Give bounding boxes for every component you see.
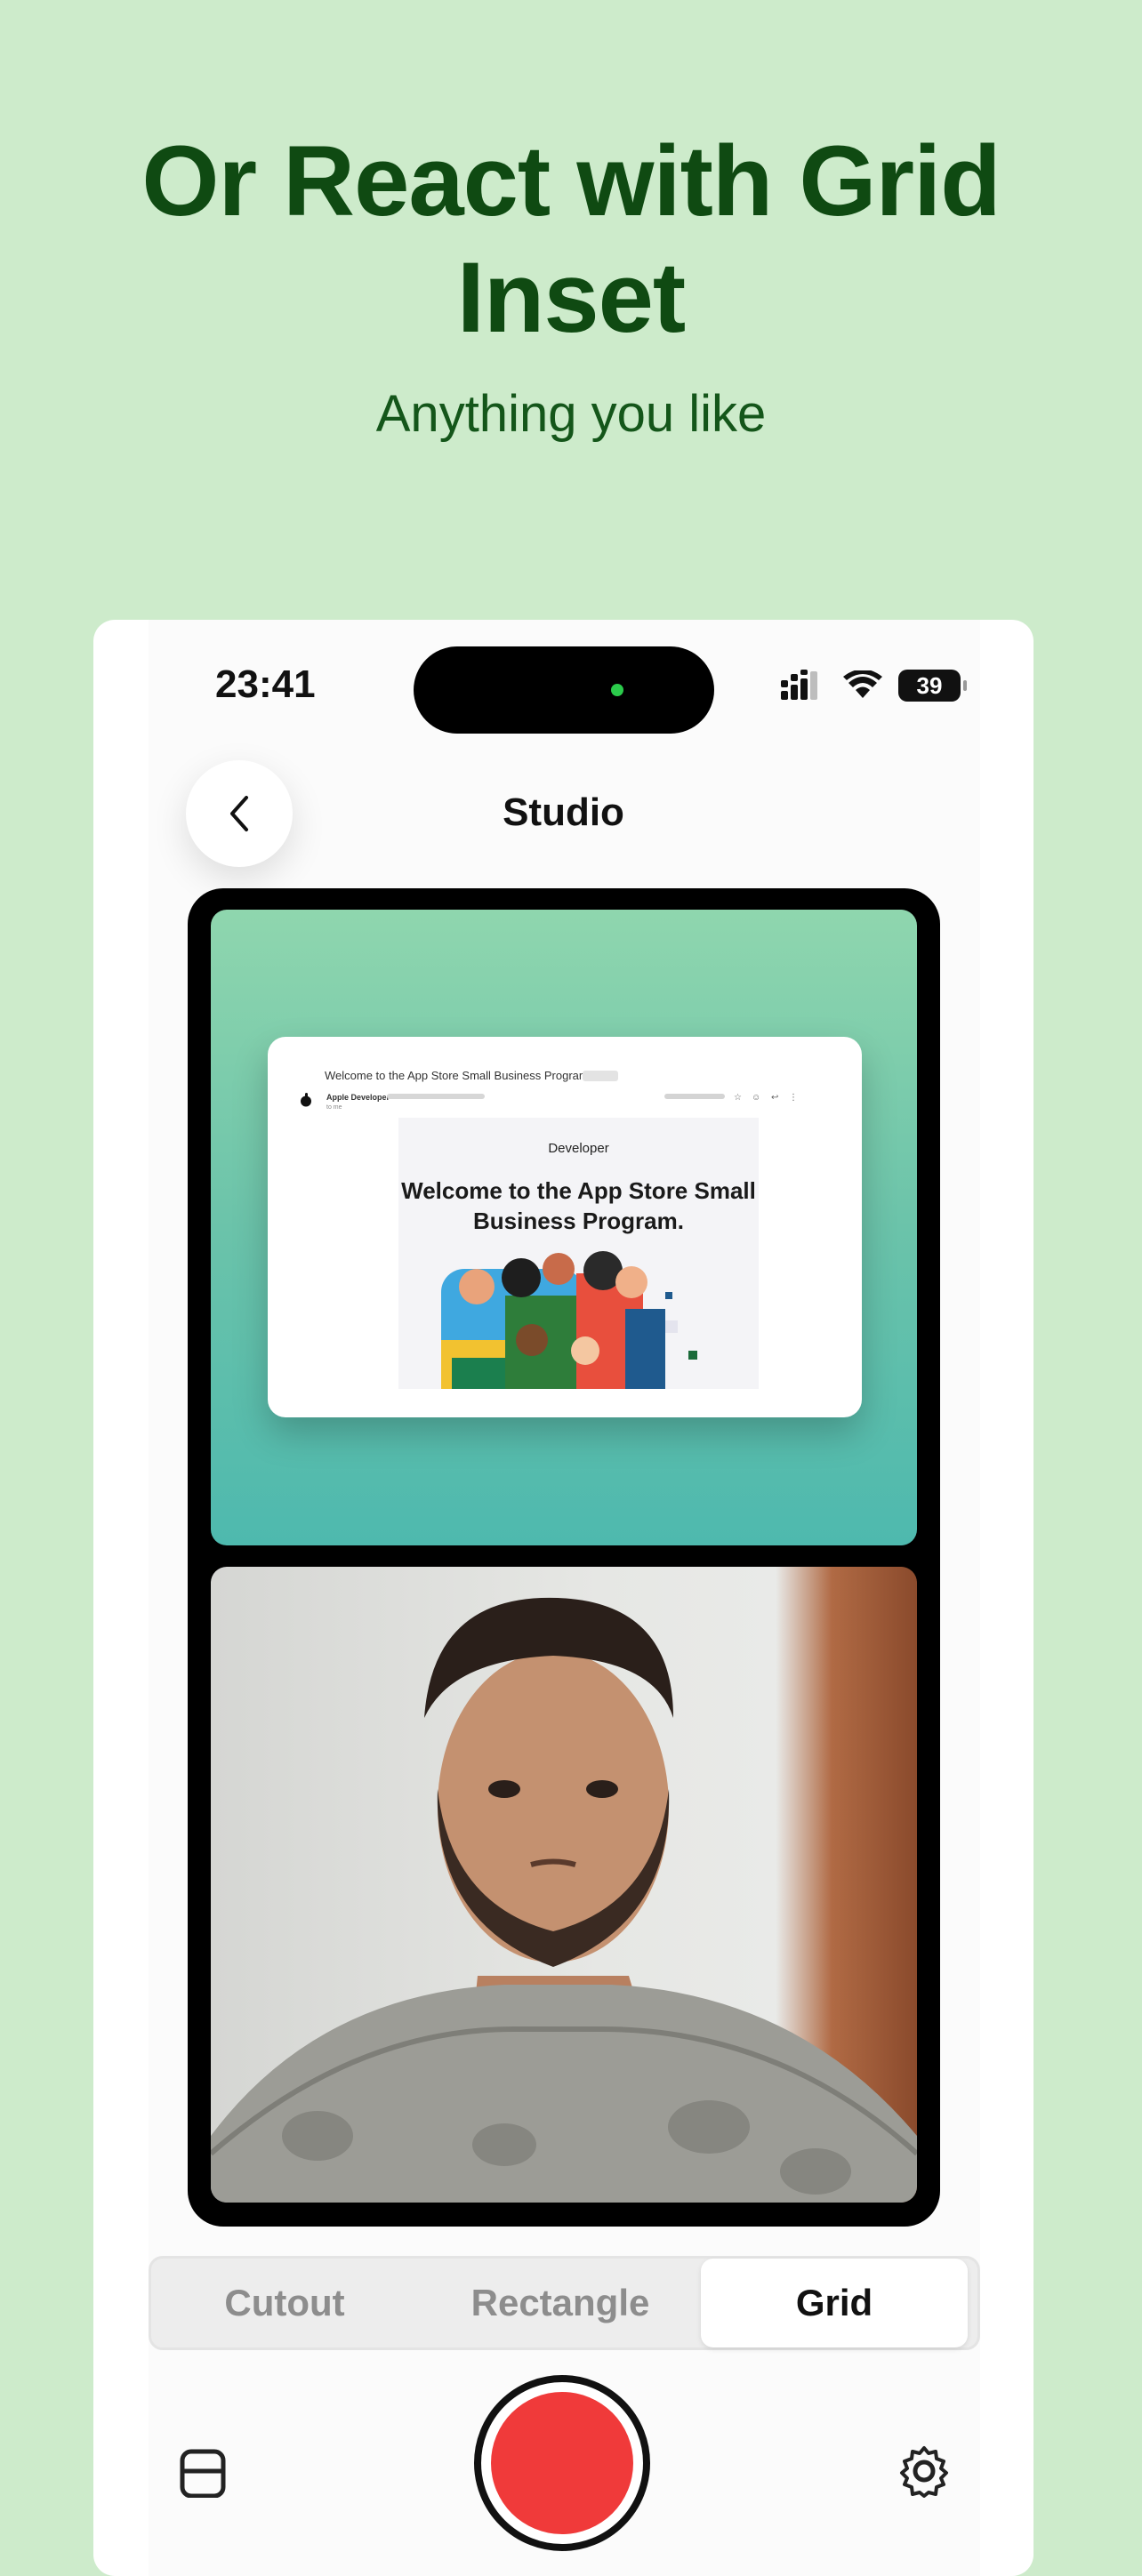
battery-indicator: 39 [898, 670, 967, 702]
newsletter-banner: Developer Welcome to the App Store Small… [398, 1118, 759, 1389]
email-preview-card: Welcome to the App Store Small Business … [268, 1037, 862, 1417]
emoji-icon: ☺ [752, 1093, 761, 1103]
email-recipient: to me [326, 1104, 342, 1111]
person-video-feed [211, 1597, 917, 2203]
email-subject: Welcome to the App Store Small Business … [325, 1069, 592, 1082]
mode-rectangle[interactable]: Rectangle [427, 2259, 694, 2347]
email-sender: Apple Developer [326, 1093, 390, 1102]
wifi-icon [843, 670, 882, 698]
grid-preview-frame: Welcome to the App Store Small Business … [188, 888, 940, 2227]
screen-title: Studio [503, 790, 624, 834]
bottom-toolbar [93, 2363, 1033, 2576]
mode-cutout[interactable]: Cutout [151, 2259, 418, 2347]
status-icons: 39 [781, 670, 967, 702]
camera-feed-pane[interactable] [211, 1567, 917, 2203]
apple-logo-icon [301, 1093, 311, 1107]
layout-mode-segmented-control: Cutout Rectangle Grid [149, 2256, 980, 2350]
phone-mockup: 23:41 39 Studio Welcome to the App Store… [93, 620, 1033, 2576]
page-headline: Or React with Grid Inset [0, 123, 1142, 356]
email-label-tag [583, 1071, 618, 1081]
camera-in-use-indicator [611, 684, 623, 696]
record-button[interactable] [474, 2375, 650, 2551]
people-illustration [441, 1251, 697, 1389]
media-library-icon[interactable] [179, 2444, 227, 2498]
more-icon: ⋮ [789, 1093, 798, 1103]
status-time: 23:41 [215, 662, 316, 706]
page-subheadline: Anything you like [375, 385, 767, 443]
headline-line-2: Inset [456, 242, 686, 354]
star-icon: ☆ [734, 1093, 742, 1103]
screen-share-pane[interactable]: Welcome to the App Store Small Business … [211, 910, 917, 1545]
email-date [664, 1094, 725, 1099]
sender-address [387, 1094, 485, 1099]
cellular-signal-icon [781, 670, 817, 700]
headline-line-1: Or React with Grid [141, 125, 1001, 237]
dynamic-island [414, 646, 714, 734]
gear-icon[interactable] [897, 2444, 951, 2498]
email-sender-row: Apple Developer to me ☆ ☺ ↩ ⋮ [300, 1093, 833, 1111]
reply-icon: ↩ [771, 1093, 779, 1103]
mode-grid[interactable]: Grid [701, 2259, 968, 2347]
